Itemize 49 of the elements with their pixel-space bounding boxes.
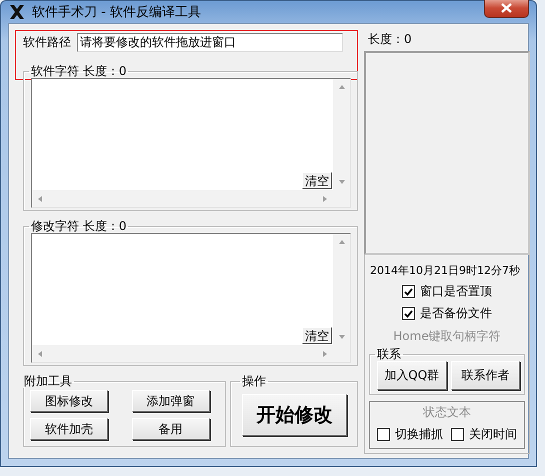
group-title: 软件字符 长度：0: [30, 64, 128, 78]
contact-button[interactable]: 加入QQ群: [377, 361, 446, 390]
group-title: 联系: [376, 347, 402, 361]
close-button[interactable]: [484, 0, 529, 18]
left-arrow-icon[interactable]: [38, 350, 42, 356]
checkbox-box[interactable]: [402, 307, 415, 320]
tool-button[interactable]: 图标修改: [30, 390, 108, 412]
checkbox[interactable]: 关闭时间: [451, 426, 517, 443]
checkbox-box[interactable]: [402, 285, 415, 298]
group-title: 操作: [241, 374, 267, 388]
text-area-field[interactable]: 清空: [31, 233, 351, 363]
vertical-scrollbar[interactable]: [333, 234, 350, 345]
checkbox[interactable]: 切换捕抓: [377, 426, 443, 443]
down-arrow-icon[interactable]: [338, 335, 344, 339]
app-logo-icon: [10, 5, 24, 19]
clear-button[interactable]: 清空: [302, 172, 332, 189]
right-arrow-icon[interactable]: [323, 196, 327, 202]
checkbox-box[interactable]: [377, 428, 390, 441]
up-arrow-icon[interactable]: [338, 85, 344, 89]
vertical-scrollbar[interactable]: [333, 79, 350, 190]
down-arrow-icon[interactable]: [338, 180, 344, 184]
group-title: 修改字符 长度：0: [30, 219, 128, 233]
right-arrow-icon[interactable]: [323, 350, 327, 356]
path-field[interactable]: 请将要修改的软件拖放进窗口: [77, 33, 343, 52]
horizontal-scrollbar[interactable]: [32, 345, 333, 362]
contact-button[interactable]: 联系作者: [450, 361, 520, 390]
length-label: 长度：0: [367, 31, 413, 48]
close-icon: [501, 3, 512, 13]
checkbox[interactable]: 窗口是否置顶: [402, 283, 492, 300]
list-box[interactable]: [364, 51, 530, 255]
hint-text: Home键取句柄字符: [393, 328, 501, 345]
check-icon: [404, 310, 413, 318]
tool-button[interactable]: 软件加壳: [30, 418, 108, 440]
clear-button[interactable]: 清空: [302, 327, 332, 344]
check-icon: [404, 288, 413, 296]
up-arrow-icon[interactable]: [338, 240, 344, 244]
checkbox-box[interactable]: [451, 428, 464, 441]
text-area-field[interactable]: 清空: [31, 78, 351, 208]
checkbox[interactable]: 是否备份文件: [402, 305, 492, 322]
horizontal-scrollbar[interactable]: [32, 190, 333, 207]
left-arrow-icon[interactable]: [38, 196, 42, 202]
path-label: 软件路径: [23, 34, 71, 51]
tool-button[interactable]: 添加弹窗: [132, 390, 210, 412]
status-text: 状态文本: [423, 404, 471, 421]
start-button[interactable]: 开始修改: [242, 394, 347, 436]
datetime-text: 2014年10月21日9时12分7秒: [369, 263, 520, 278]
group-title: 附加工具: [23, 374, 73, 388]
tool-button[interactable]: 备用: [132, 418, 210, 440]
window-title: 软件手术刀 - 软件反编译工具: [32, 4, 202, 21]
